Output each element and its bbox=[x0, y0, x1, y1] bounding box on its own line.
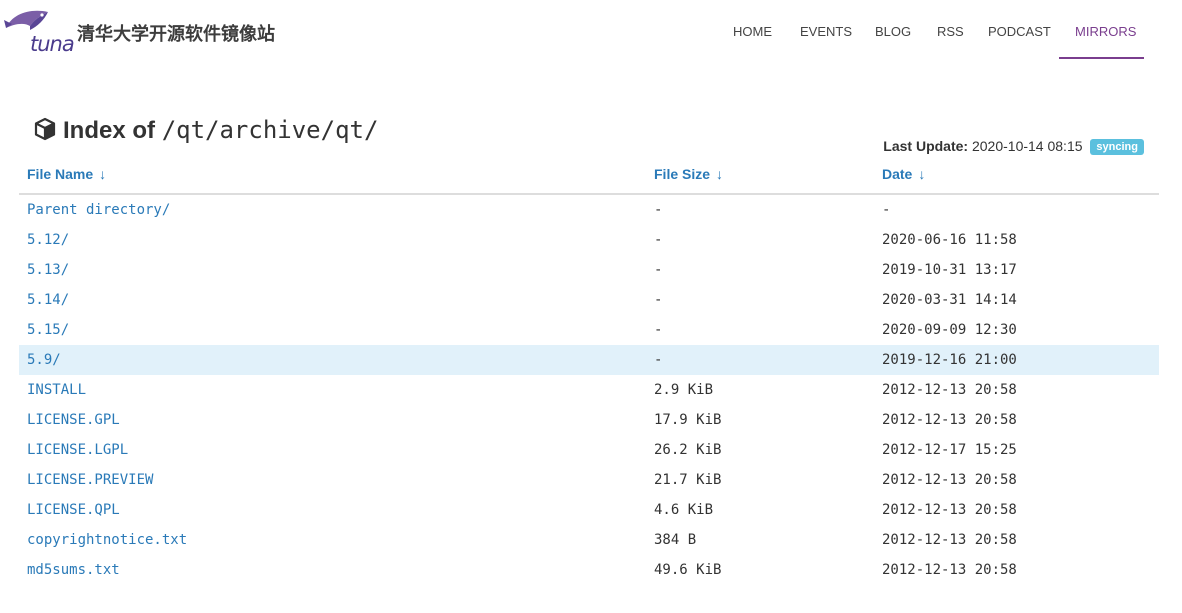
logo-wordmark[interactable]: tuna bbox=[30, 32, 75, 56]
table-row: 5.13/ - 2019-10-31 13:17 bbox=[19, 255, 1159, 285]
file-list: Parent directory/ - - 5.12/ - 2020-06-16 11:5… bbox=[19, 195, 1159, 585]
file-link[interactable]: LICENSE.PREVIEW bbox=[27, 472, 153, 488]
sort-by-size[interactable]: File Size ↓ bbox=[654, 166, 723, 182]
last-update-value: 2020-10-14 08:15 bbox=[971, 138, 1083, 154]
status-badge: syncing bbox=[1090, 139, 1144, 155]
file-date: 2012-12-13 20:58 bbox=[882, 502, 1017, 518]
file-size: 17.9 KiB bbox=[654, 412, 722, 428]
file-date: 2012-12-13 20:58 bbox=[882, 472, 1017, 488]
file-size: 26.2 KiB bbox=[654, 442, 722, 458]
nav-rss[interactable]: RSS bbox=[937, 24, 964, 39]
file-size: 384 B bbox=[654, 532, 697, 548]
nav-home[interactable]: HOME bbox=[733, 24, 772, 39]
file-size: - bbox=[654, 202, 663, 218]
table-row: md5sums.txt 49.6 KiB 2012-12-13 20:58 bbox=[19, 555, 1159, 585]
file-date: 2012-12-17 15:25 bbox=[882, 442, 1017, 458]
site-title[interactable]: 清华大学开源软件镜像站 bbox=[77, 20, 275, 46]
file-size: - bbox=[654, 262, 663, 278]
last-update: Last Update: 2020-10-14 08:15 syncing bbox=[883, 138, 1144, 155]
title-prefix: Index of bbox=[63, 117, 156, 144]
file-link[interactable]: LICENSE.LGPL bbox=[27, 442, 128, 458]
table-row: Parent directory/ - - bbox=[19, 195, 1159, 225]
file-link[interactable]: LICENSE.GPL bbox=[27, 412, 120, 428]
file-link[interactable]: 5.14/ bbox=[27, 292, 69, 308]
table-row: 5.12/ - 2020-06-16 11:58 bbox=[19, 225, 1159, 255]
file-date: 2012-12-13 20:58 bbox=[882, 532, 1017, 548]
table-row: INSTALL 2.9 KiB 2012-12-13 20:58 bbox=[19, 375, 1159, 405]
file-date: 2012-12-13 20:58 bbox=[882, 412, 1017, 428]
file-date: 2020-03-31 14:14 bbox=[882, 292, 1017, 308]
arrow-down-icon: ↓ bbox=[716, 166, 724, 182]
title-path: /qt/archive/qt/ bbox=[161, 116, 379, 144]
file-date: 2012-12-13 20:58 bbox=[882, 562, 1017, 578]
file-link[interactable]: copyrightnotice.txt bbox=[27, 532, 187, 548]
file-link[interactable]: INSTALL bbox=[27, 382, 86, 398]
nav-events[interactable]: EVENTS bbox=[800, 24, 852, 39]
file-link[interactable]: 5.15/ bbox=[27, 322, 69, 338]
column-label: File Name bbox=[27, 166, 94, 182]
column-label: Date bbox=[882, 166, 913, 182]
table-row: 5.14/ - 2020-03-31 14:14 bbox=[19, 285, 1159, 315]
file-date: 2020-06-16 11:58 bbox=[882, 232, 1017, 248]
file-link[interactable]: 5.12/ bbox=[27, 232, 69, 248]
table-row: 5.15/ - 2020-09-09 12:30 bbox=[19, 315, 1159, 345]
nav-podcast[interactable]: PODCAST bbox=[988, 24, 1051, 39]
page-title: Index of /qt/archive/qt/ bbox=[33, 116, 378, 145]
file-size: - bbox=[654, 292, 663, 308]
file-size: - bbox=[654, 322, 663, 338]
arrow-down-icon: ↓ bbox=[99, 166, 107, 182]
table-row: LICENSE.PREVIEW 21.7 KiB 2012-12-13 20:58 bbox=[19, 465, 1159, 495]
file-link[interactable]: 5.13/ bbox=[27, 262, 69, 278]
file-size: - bbox=[654, 232, 663, 248]
file-size: - bbox=[654, 352, 663, 368]
file-size: 49.6 KiB bbox=[654, 562, 722, 578]
file-link[interactable]: md5sums.txt bbox=[27, 562, 120, 578]
file-date: 2019-12-16 21:00 bbox=[882, 352, 1017, 368]
sort-by-name[interactable]: File Name ↓ bbox=[27, 166, 106, 182]
file-size: 2.9 KiB bbox=[654, 382, 714, 398]
table-row: LICENSE.GPL 17.9 KiB 2012-12-13 20:58 bbox=[19, 405, 1159, 435]
nav-mirrors[interactable]: MIRRORS bbox=[1075, 24, 1136, 39]
file-link[interactable]: Parent directory/ bbox=[27, 202, 170, 218]
sort-by-date[interactable]: Date ↓ bbox=[882, 166, 925, 182]
table-row: 5.9/ - 2019-12-16 21:00 bbox=[19, 345, 1159, 375]
table-row: LICENSE.QPL 4.6 KiB 2012-12-13 20:58 bbox=[19, 495, 1159, 525]
file-size: 21.7 KiB bbox=[654, 472, 722, 488]
nav-blog[interactable]: BLOG bbox=[875, 24, 911, 39]
file-date: - bbox=[882, 202, 891, 218]
table-row: copyrightnotice.txt 384 B 2012-12-13 20:58 bbox=[19, 525, 1159, 555]
file-link[interactable]: LICENSE.QPL bbox=[27, 502, 120, 518]
cube-icon bbox=[34, 117, 56, 141]
table-header: File Name ↓ File Size ↓ Date ↓ bbox=[19, 165, 1159, 195]
file-date: 2012-12-13 20:58 bbox=[882, 382, 1017, 398]
file-size: 4.6 KiB bbox=[654, 502, 714, 518]
last-update-label: Last Update: bbox=[883, 138, 969, 154]
file-date: 2019-10-31 13:17 bbox=[882, 262, 1017, 278]
arrow-down-icon: ↓ bbox=[918, 166, 926, 182]
column-label: File Size bbox=[654, 166, 711, 182]
file-date: 2020-09-09 12:30 bbox=[882, 322, 1017, 338]
table-row: LICENSE.LGPL 26.2 KiB 2012-12-17 15:25 bbox=[19, 435, 1159, 465]
file-link[interactable]: 5.9/ bbox=[27, 352, 61, 368]
nav-active-indicator bbox=[1059, 57, 1144, 59]
